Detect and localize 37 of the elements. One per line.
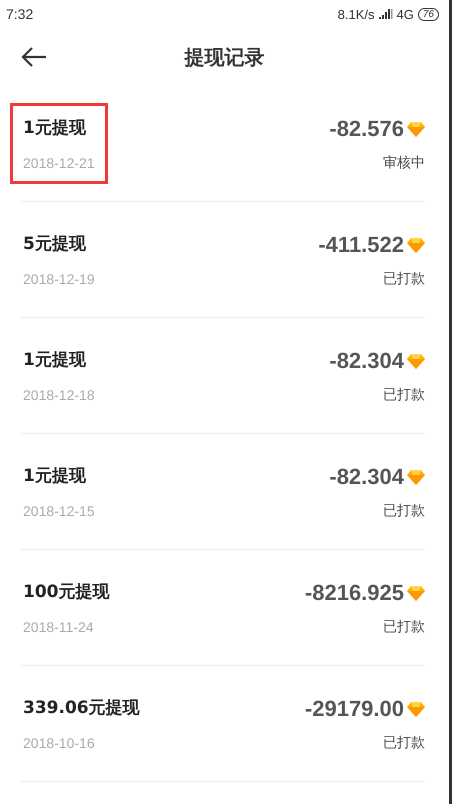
battery-level: 76 — [418, 8, 439, 20]
record-status: 已打款 — [383, 734, 425, 752]
record-amount: -82.304 — [329, 464, 404, 490]
record-title: 1元提现 — [23, 349, 87, 371]
record-status: 已打款 — [383, 386, 425, 404]
record-title: 100元提现 — [23, 581, 110, 603]
record-amount: -411.522 — [318, 232, 404, 258]
record-status: 已打款 — [383, 502, 425, 520]
back-icon[interactable] — [21, 47, 47, 67]
network-type: 4G — [396, 6, 414, 22]
diamond-icon — [407, 468, 425, 486]
record-date: 2018-12-21 — [23, 155, 95, 171]
record-amount: -29179.00 — [304, 696, 404, 722]
record-amount: -82.576 — [329, 116, 404, 142]
record-title: 5元提现 — [23, 233, 87, 255]
record-status: 审核中 — [383, 154, 425, 172]
record-title: 339.06元提现 — [23, 697, 140, 719]
record-amount: -8216.925 — [304, 580, 404, 606]
status-time: 7:32 — [6, 6, 34, 22]
network-speed: 8.1K/s — [338, 6, 375, 22]
record-date: 2018-12-18 — [23, 387, 95, 403]
record-date: 2018-12-19 — [23, 271, 95, 287]
page-title: 提现记录 — [184, 44, 264, 70]
diamond-icon — [407, 236, 425, 254]
record-title: 1元提现 — [23, 117, 87, 139]
diamond-icon — [407, 700, 425, 718]
record-date: 2018-11-24 — [23, 619, 95, 635]
record-date: 2018-12-15 — [23, 503, 95, 519]
record-title: 1元提现 — [23, 465, 87, 487]
record-status: 已打款 — [383, 270, 425, 288]
record-date: 2018-10-16 — [23, 735, 96, 751]
signal-icon — [378, 9, 393, 19]
record-amount: -82.304 — [329, 348, 404, 374]
diamond-icon — [407, 584, 425, 602]
diamond-icon — [407, 120, 425, 138]
diamond-icon — [407, 352, 425, 370]
record-status: 已打款 — [383, 618, 425, 636]
